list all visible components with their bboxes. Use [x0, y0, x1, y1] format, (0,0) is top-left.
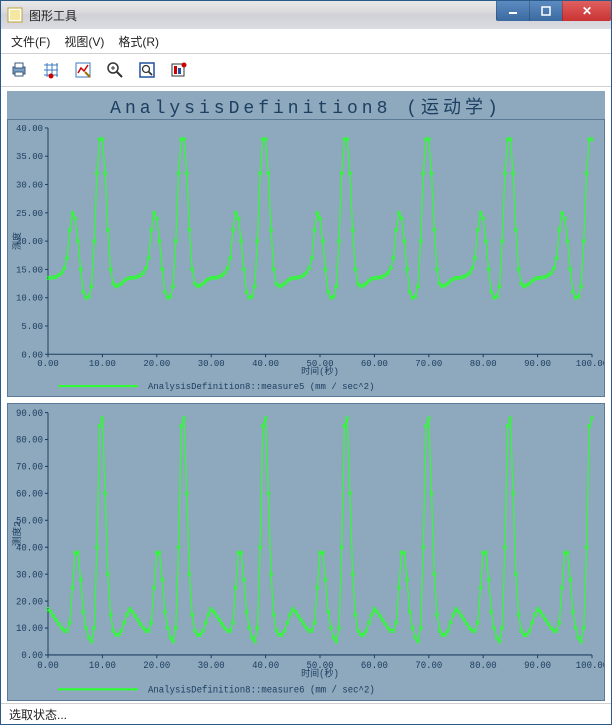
svg-text:30.00: 30.00 [198, 359, 225, 369]
svg-text:40.00: 40.00 [16, 124, 43, 134]
close-button[interactable]: ✕ [562, 1, 611, 21]
svg-text:20.00: 20.00 [143, 660, 170, 671]
svg-text:测度2: 测度2 [11, 521, 23, 546]
svg-text:0.00: 0.00 [37, 359, 59, 369]
svg-text:80.00: 80.00 [470, 359, 497, 369]
status-text: 选取状态... [9, 706, 67, 723]
minimize-button[interactable] [496, 1, 529, 21]
print-icon[interactable] [9, 60, 29, 80]
svg-text:10.00: 10.00 [89, 359, 116, 369]
svg-text:70.00: 70.00 [16, 461, 43, 472]
menu-file[interactable]: 文件(F) [11, 33, 50, 50]
grid-icon[interactable] [41, 60, 61, 80]
svg-text:5.00: 5.00 [21, 322, 43, 332]
menu-format[interactable]: 格式(R) [118, 33, 159, 50]
svg-text:10.00: 10.00 [16, 294, 43, 304]
svg-text:40.00: 40.00 [252, 359, 279, 369]
svg-text:90.00: 90.00 [524, 660, 551, 671]
svg-text:100.00: 100.00 [576, 660, 604, 671]
window-buttons: ✕ [496, 1, 611, 21]
svg-text:30.00: 30.00 [16, 569, 43, 580]
svg-text:AnalysisDefinition8::measure6: AnalysisDefinition8::measure6 (mm / sec^… [148, 684, 375, 695]
svg-text:测度: 测度 [11, 232, 23, 250]
svg-text:80.00: 80.00 [470, 660, 497, 671]
svg-text:100.00: 100.00 [576, 359, 604, 369]
chart-panel-2[interactable]: 0.0010.0020.0030.0040.0050.0060.0070.008… [7, 403, 605, 701]
svg-text:30.00: 30.00 [198, 660, 225, 671]
titlebar[interactable]: 图形工具 ✕ [1, 1, 611, 29]
edit-chart-icon[interactable] [73, 60, 93, 80]
svg-text:AnalysisDefinition8::measure5: AnalysisDefinition8::measure5 (mm / sec^… [148, 382, 374, 392]
svg-text:10.00: 10.00 [16, 623, 43, 634]
svg-text:20.00: 20.00 [143, 359, 170, 369]
svg-text:80.00: 80.00 [16, 434, 43, 445]
svg-text:30.00: 30.00 [16, 181, 43, 191]
chart-panel-1[interactable]: 0.00 5.00 10.00 15.00 20.00 25.00 30.00 35.00 40… [7, 119, 605, 397]
svg-text:90.00: 90.00 [16, 408, 43, 419]
menubar: 文件(F) 视图(V) 格式(R) [1, 29, 611, 54]
svg-text:40.00: 40.00 [252, 660, 279, 671]
window-title: 图形工具 [29, 7, 77, 24]
zoom-in-icon[interactable] [105, 60, 125, 80]
options-icon[interactable] [169, 60, 189, 80]
svg-text:时间(秒): 时间(秒) [301, 667, 339, 679]
svg-text:70.00: 70.00 [415, 660, 442, 671]
menu-view[interactable]: 视图(V) [64, 33, 104, 50]
svg-text:20.00: 20.00 [16, 596, 43, 607]
maximize-button[interactable] [529, 1, 562, 21]
toolbar [1, 54, 611, 87]
app-icon [7, 7, 23, 23]
svg-text:时间(秒): 时间(秒) [301, 365, 339, 377]
svg-text:0.00: 0.00 [37, 660, 59, 671]
chart-1-svg: 0.00 5.00 10.00 15.00 20.00 25.00 30.00 35.00 40… [8, 120, 604, 396]
app-window: 图形工具 ✕ 文件(F) 视图(V) 格式(R) [0, 0, 612, 725]
svg-text:90.00: 90.00 [524, 359, 551, 369]
svg-text:60.00: 60.00 [361, 660, 388, 671]
svg-text:70.00: 70.00 [415, 359, 442, 369]
svg-text:15.00: 15.00 [16, 265, 43, 275]
svg-text:35.00: 35.00 [16, 152, 43, 162]
svg-text:10.00: 10.00 [89, 660, 116, 671]
chart-area: AnalysisDefinition8 (运动学) 0.00 5.00 10.00 1… [1, 87, 611, 703]
chart-title: AnalysisDefinition8 (运动学) [7, 91, 605, 119]
svg-text:60.00: 60.00 [361, 359, 388, 369]
svg-text:60.00: 60.00 [16, 488, 43, 499]
statusbar: 选取状态... [1, 703, 611, 724]
svg-text:25.00: 25.00 [16, 209, 43, 219]
zoom-region-icon[interactable] [137, 60, 157, 80]
chart-2-svg: 0.0010.0020.0030.0040.0050.0060.0070.008… [8, 404, 604, 700]
